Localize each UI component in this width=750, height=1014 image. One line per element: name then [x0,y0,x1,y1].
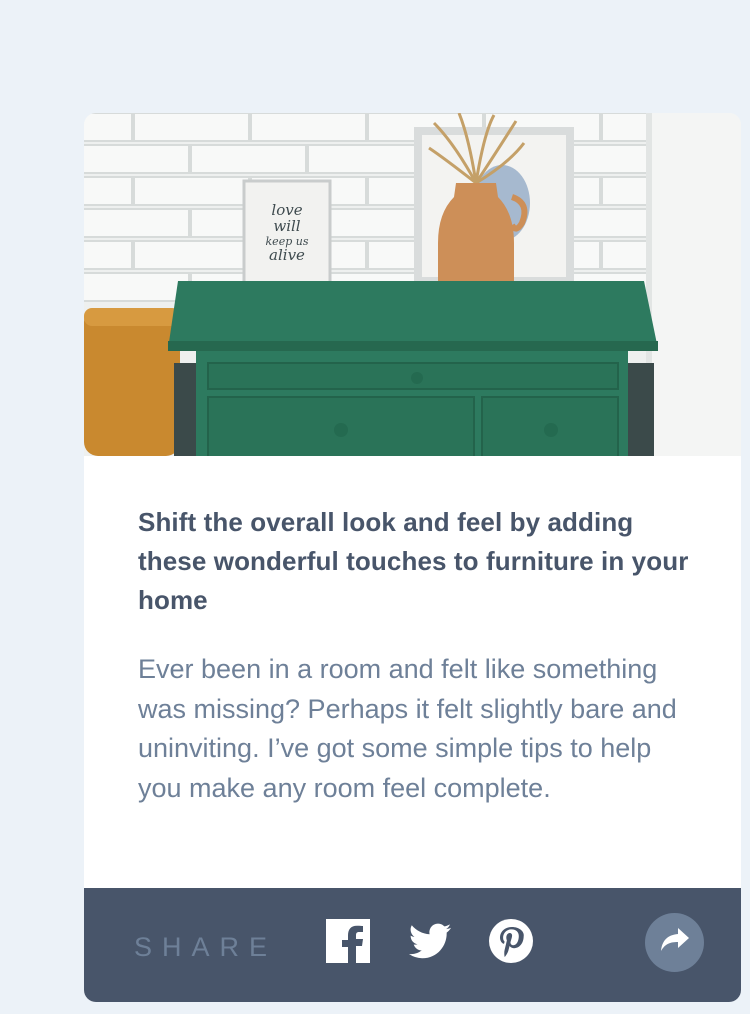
twitter-icon[interactable] [407,918,453,964]
frame-text-4: alive [269,246,305,264]
article-excerpt: Ever been in a room and felt like someth… [138,654,677,803]
article-content: Shift the overall look and feel by addin… [138,503,698,808]
share-button[interactable] [645,913,704,972]
share-label: SHARE [134,932,278,962]
article-title[interactable]: Shift the overall look and feel by addin… [138,503,698,620]
share-bar: SHARE [84,888,741,1002]
hero-image: love will keep us alive [84,113,741,456]
share-arrow-icon [660,927,690,958]
facebook-icon[interactable] [326,919,372,965]
pinterest-icon[interactable] [488,918,534,964]
article-card: love will keep us alive Shift the overal… [84,113,741,1002]
frame-text-2: will [273,217,300,235]
